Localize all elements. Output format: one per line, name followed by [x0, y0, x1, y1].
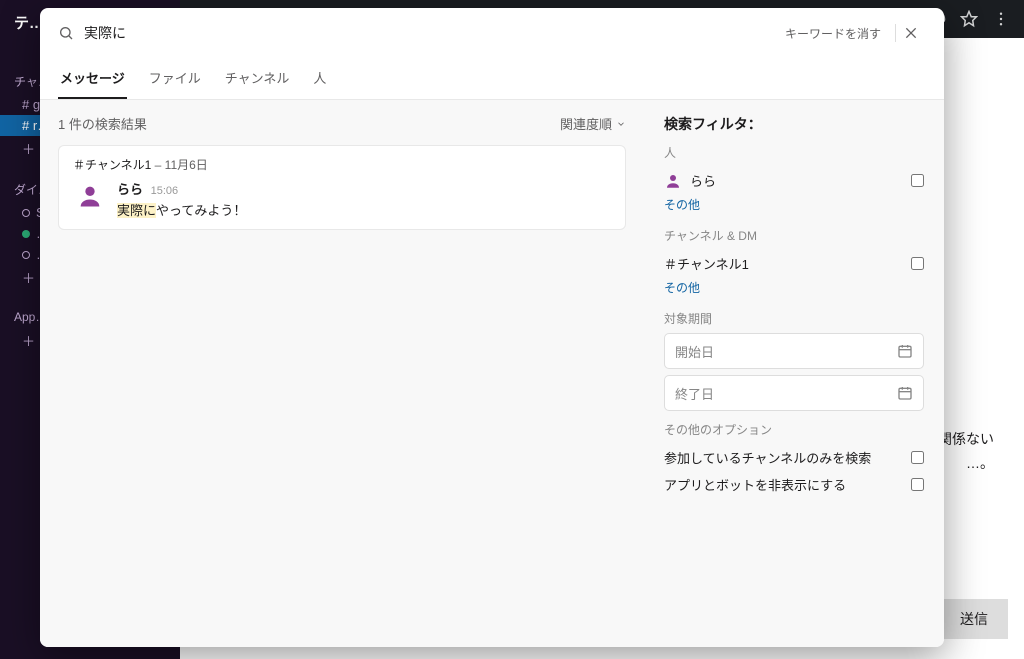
result-text: 実際にやってみよう！: [117, 200, 246, 219]
start-date-input[interactable]: 開始日: [664, 333, 924, 369]
tab-messages[interactable]: メッセージ: [58, 58, 127, 99]
clear-keywords[interactable]: キーワードを消す: [771, 25, 895, 42]
end-date-input[interactable]: 終了日: [664, 375, 924, 411]
filter-option-row[interactable]: アプリとボットを非表示にする: [664, 471, 924, 498]
filters-panel: 検索フィルタ： 人 らら その他 チャンネル & DM ＃チャンネル1 その他 …: [644, 100, 944, 647]
filter-checkbox[interactable]: [911, 257, 924, 270]
filter-person-row[interactable]: らら: [664, 167, 924, 194]
close-button[interactable]: [896, 25, 926, 41]
results-panel: 1 件の検索結果 関連度順 ＃チャンネル1 – 11月6日 らら: [40, 100, 644, 647]
filter-channel-row[interactable]: ＃チャンネル1: [664, 250, 924, 277]
filter-checkbox[interactable]: [911, 451, 924, 464]
calendar-icon: [897, 385, 913, 401]
send-button[interactable]: 送信: [940, 599, 1008, 639]
tab-people[interactable]: 人: [311, 58, 328, 99]
search-result[interactable]: ＃チャンネル1 – 11月6日 らら 15:06 実際にやってみよう！: [58, 145, 626, 230]
sort-dropdown[interactable]: 関連度順: [560, 114, 626, 133]
people-more[interactable]: その他: [664, 194, 924, 217]
results-count: 1 件の検索結果: [58, 114, 147, 133]
result-userline: らら 15:06: [117, 179, 246, 198]
filter-people-label: 人: [664, 144, 924, 161]
search-tabs: メッセージ ファイル チャンネル 人: [40, 58, 944, 100]
filter-channels-label: チャンネル & DM: [664, 227, 924, 244]
tab-channels[interactable]: チャンネル: [223, 58, 292, 99]
filter-period-label: 対象期間: [664, 310, 924, 327]
filter-option-row[interactable]: 参加しているチャンネルのみを検索: [664, 444, 924, 471]
filters-title: 検索フィルタ：: [664, 114, 924, 134]
filter-other-label: その他のオプション: [664, 421, 924, 438]
search-input[interactable]: [74, 25, 771, 41]
chevron-down-icon: [616, 119, 626, 129]
channels-more[interactable]: その他: [664, 277, 924, 300]
person-icon: [664, 172, 682, 190]
result-meta: ＃チャンネル1 – 11月6日: [73, 156, 611, 173]
tab-files[interactable]: ファイル: [147, 58, 203, 99]
avatar: [73, 179, 107, 213]
filter-checkbox[interactable]: [911, 174, 924, 187]
star-icon[interactable]: [960, 10, 978, 28]
filter-checkbox[interactable]: [911, 478, 924, 491]
more-icon[interactable]: [992, 10, 1010, 28]
search-modal: キーワードを消す メッセージ ファイル チャンネル 人 1 件の検索結果 関連度…: [40, 8, 944, 647]
search-icon: [58, 25, 74, 41]
calendar-icon: [897, 343, 913, 359]
